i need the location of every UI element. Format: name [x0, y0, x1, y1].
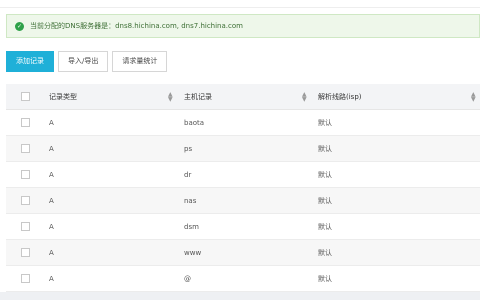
resolution-line: 默认 — [318, 196, 332, 205]
row-checkbox[interactable] — [21, 222, 30, 231]
record-type: A — [49, 170, 54, 179]
import-export-button[interactable]: 导入/导出 — [58, 51, 109, 72]
host-record: www — [184, 248, 202, 257]
row-checkbox[interactable] — [21, 118, 30, 127]
host-record: baota — [184, 118, 205, 127]
row-checkbox[interactable] — [21, 196, 30, 205]
table-row: A www 默认 — [6, 240, 480, 266]
select-all-checkbox[interactable] — [21, 92, 30, 101]
notice-text: 当前分配的DNS服务器是：dns8.hichina.com, dns7.hich… — [30, 22, 243, 30]
resolution-line: 默认 — [318, 144, 332, 153]
table-row: A ps 默认 — [6, 136, 480, 162]
record-type: A — [49, 196, 54, 205]
row-checkbox[interactable] — [21, 274, 30, 283]
row-checkbox[interactable] — [21, 144, 30, 153]
resolution-line: 默认 — [318, 222, 332, 231]
top-bar — [0, 0, 480, 8]
host-record: dr — [184, 170, 192, 179]
table-row: A @ 默认 — [6, 266, 480, 292]
record-type: A — [49, 248, 54, 257]
table-row: A baota 默认 — [6, 110, 480, 136]
header-resolution-line[interactable]: 解析线路(isp) — [318, 92, 362, 102]
table-header: 记录类型 ▲ ▼ 主机记录 ▲ ▼ 解析线路(isp) ▲ ▼ — [6, 84, 480, 110]
check-circle-icon: ✓ — [15, 21, 24, 31]
table-row: A nas 默认 — [6, 188, 480, 214]
row-checkbox[interactable] — [21, 248, 30, 257]
record-type: A — [49, 144, 54, 153]
sort-arrows-icon[interactable]: ▲ ▼ — [302, 91, 307, 102]
table-row: A dr 默认 — [6, 162, 480, 188]
host-record: nas — [184, 196, 197, 205]
resolution-line: 默认 — [318, 248, 332, 257]
dns-server-notice: ✓ 当前分配的DNS服务器是：dns8.hichina.com, dns7.hi… — [6, 14, 480, 38]
header-record-type[interactable]: 记录类型 — [49, 92, 77, 102]
resolution-line: 默认 — [318, 118, 332, 127]
dns-records-table: 记录类型 ▲ ▼ 主机记录 ▲ ▼ 解析线路(isp) ▲ ▼ A baota 默认 … — [6, 84, 480, 292]
table-row: A dsm 默认 — [6, 214, 480, 240]
host-record: dsm — [184, 222, 199, 231]
record-type: A — [49, 222, 54, 231]
toolbar: 添加记录 导入/导出 请求量统计 — [6, 51, 168, 72]
record-type: A — [49, 118, 54, 127]
sort-arrows-icon[interactable]: ▲ ▼ — [471, 91, 476, 102]
request-stats-button[interactable]: 请求量统计 — [112, 51, 168, 72]
row-checkbox[interactable] — [21, 170, 30, 179]
host-record: ps — [184, 144, 193, 153]
header-host-record[interactable]: 主机记录 — [184, 92, 212, 102]
resolution-line: 默认 — [318, 170, 332, 179]
table-footer-bar — [0, 292, 480, 300]
host-record: @ — [184, 274, 191, 283]
record-type: A — [49, 274, 54, 283]
sort-arrows-icon[interactable]: ▲ ▼ — [168, 91, 173, 102]
resolution-line: 默认 — [318, 274, 332, 283]
add-record-button[interactable]: 添加记录 — [6, 51, 54, 72]
